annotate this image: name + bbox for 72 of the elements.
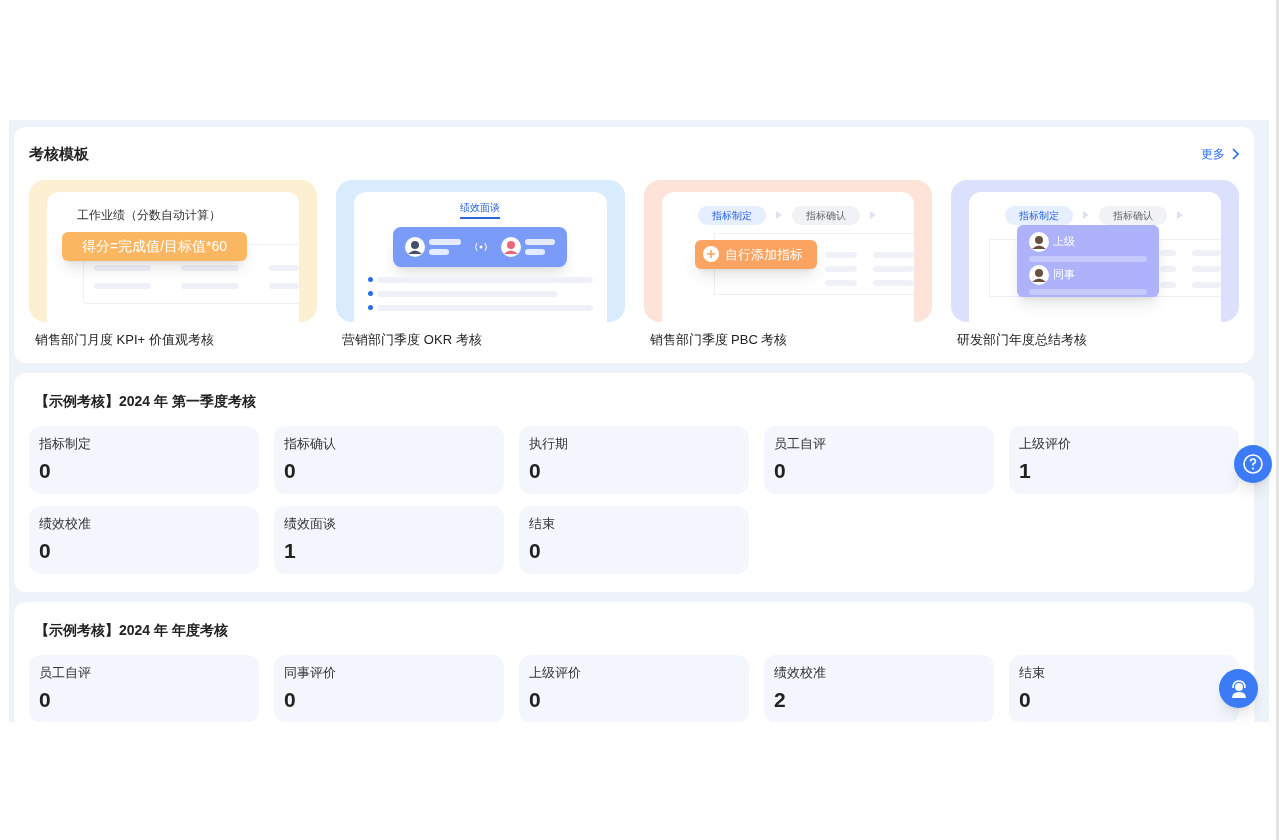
stage-label: 绩效面谈 [284,515,337,533]
template-name: 销售部门月度 KPI+ 价值观考核 [34,330,215,349]
stage-count: 0 [529,686,542,713]
template-name: 研发部门年度总结考核 [955,330,1088,349]
banner-text: 自行添加指标 [724,245,803,264]
avatar-icon [405,236,426,257]
help-icon [1242,453,1264,475]
formula-banner: 得分=完成值/目标值*60 [62,231,248,261]
stage-label: 绩效校准 [774,664,827,682]
stage-label: 绩效校准 [39,515,92,533]
section-title: 考核模板 [29,144,89,164]
stage-label: 上级评价 [1019,435,1072,453]
stage-count: 2 [774,686,787,713]
stage-tile[interactable]: 绩效面谈 1 [274,506,504,574]
template-card[interactable]: 指标制定 指标确认 自行添加指标 销售部门季度 PBC 考核 [643,179,932,349]
stage-label: 指标制定 [39,435,92,453]
stage-tile[interactable]: 指标制定 0 [29,426,259,494]
stage-tile[interactable]: 员工自评 0 [764,426,994,494]
reviewer-label: 上级 [1052,234,1075,250]
stage-tile[interactable]: 指标确认 0 [274,426,504,494]
step-pill: 指标制定 [1004,205,1073,225]
stage-tile[interactable]: 上级评价 0 [519,655,749,722]
preview-tab: 绩效面谈 [460,199,501,219]
stage-tile[interactable]: 绩效校准 2 [764,655,994,722]
stage-label: 指标确认 [284,435,337,453]
stage-label: 同事评价 [284,664,337,682]
stage-label: 上级评价 [529,664,582,682]
review-title: 【示例考核】2024 年 第一季度考核 [35,392,257,411]
preview-heading: 工作业绩（分数自动计算） [76,206,222,224]
stage-count: 0 [529,457,542,484]
stage-count: 0 [1019,686,1032,713]
template-card[interactable]: 工作业绩（分数自动计算） 得分=完成值/目标值*60 销售部门月度 KPI+ 价值观考核 [29,179,318,349]
avatar-icon [501,236,522,257]
avatar-icon [1028,264,1049,285]
chevron-right-icon [1231,148,1239,161]
stage-count: 0 [529,537,542,564]
stage-tile[interactable]: 上级评价 1 [1009,426,1239,494]
step-pill: 指标制定 [697,205,766,225]
stage-label: 结束 [529,515,556,533]
more-link[interactable]: 更多 [1201,145,1239,164]
stage-tile[interactable]: 绩效校准 0 [29,506,259,574]
stage-tile[interactable]: 员工自评 0 [29,655,259,722]
template-name: 营销部门季度 OKR 考核 [341,330,483,349]
stage-count: 0 [284,686,297,713]
chevron-icon [867,210,878,220]
stage-label: 员工自评 [39,664,92,682]
stage-tile[interactable]: 结束 0 [1009,655,1239,722]
stage-tile[interactable]: 结束 0 [519,506,749,574]
stage-tile[interactable]: 执行期 0 [519,426,749,494]
template-card[interactable]: 指标制定 指标确认 上级 同事 研发部门年度总结考核 [950,179,1239,349]
step-pill: 指标确认 [791,205,860,225]
reviewer-label: 同事 [1052,267,1075,283]
chevron-icon [773,210,784,220]
chevron-icon [1080,210,1091,220]
review-title: 【示例考核】2024 年 年度考核 [35,621,229,640]
stage-count: 0 [284,457,297,484]
template-card[interactable]: 绩效面谈 营销部门季度 OKR 考核 [336,179,625,349]
stage-label: 员工自评 [774,435,827,453]
plus-icon [702,246,719,263]
avatar-icon [1028,231,1049,252]
chevron-icon [1174,210,1185,220]
stage-tile[interactable]: 同事评价 0 [274,655,504,722]
step-pill: 指标确认 [1098,205,1167,225]
stage-count: 0 [774,457,787,484]
stage-label: 结束 [1019,664,1046,682]
stage-count: 0 [39,537,52,564]
stage-label: 执行期 [529,435,569,453]
template-name: 销售部门季度 PBC 考核 [648,330,789,349]
stage-count: 0 [39,457,52,484]
stage-count: 1 [1019,457,1032,484]
stage-count: 0 [39,686,52,713]
stage-count: 1 [284,537,297,564]
